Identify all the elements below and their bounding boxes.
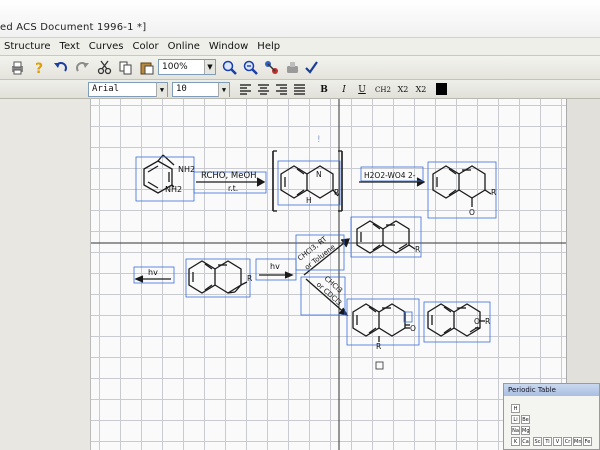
undo-icon[interactable] <box>53 60 68 75</box>
chevron-down-icon: ▼ <box>204 60 215 74</box>
font-select[interactable]: Arial ▼ <box>88 82 168 97</box>
chevron-down-icon: ▼ <box>156 83 167 97</box>
title-bar: ed ACS Document 1996-1 *] <box>0 0 600 38</box>
menu-help[interactable]: Help <box>257 41 280 52</box>
o-minus-label: O <box>469 208 475 217</box>
zoom-select[interactable]: 100% ▼ <box>158 59 216 75</box>
zoom-out-icon[interactable] <box>243 60 258 75</box>
reaction-scheme: ! NH2 NH2 RCHO, MeOH r.t. H N R H2O2-WO4… <box>91 99 567 450</box>
align-center-icon[interactable] <box>256 82 271 97</box>
color-swatch[interactable] <box>436 83 447 95</box>
hv-mid-label: hv <box>270 262 280 271</box>
menu-bar: Structure Text Curves Color Online Windo… <box>0 38 600 56</box>
cut-icon[interactable] <box>97 60 112 75</box>
help-icon[interactable]: ? <box>32 60 47 75</box>
n-label: N <box>316 170 322 179</box>
structure-icon[interactable] <box>264 60 279 75</box>
o-ketone-label: O <box>410 324 416 333</box>
element-h[interactable]: H <box>511 404 520 413</box>
element-cr[interactable]: Cr <box>563 437 572 446</box>
element-na[interactable]: Na <box>511 426 520 435</box>
size-select[interactable]: 10 ▼ <box>172 82 230 97</box>
menu-curves[interactable]: Curves <box>89 41 124 52</box>
underline-button[interactable]: U <box>356 83 368 97</box>
element-k[interactable]: K <box>511 437 520 446</box>
zoom-value: 100% <box>162 62 188 72</box>
menu-window[interactable]: Window <box>209 41 248 52</box>
r-label-2: R <box>491 188 496 197</box>
molecule-quinazoline-n-oxide[interactable] <box>427 161 497 219</box>
arrow-diagonal-down[interactable] <box>300 276 349 317</box>
nh2-top-label: NH2 <box>178 165 195 174</box>
paste-icon[interactable] <box>139 60 154 75</box>
format-toolbar: Arial ▼ 10 ▼ B I U CH2 X2 X2 <box>0 80 600 99</box>
small-square[interactable] <box>375 361 384 370</box>
periodic-table-title: Periodic Table <box>504 384 599 396</box>
element-sc[interactable]: Sc <box>533 437 542 446</box>
left-margin <box>0 99 90 450</box>
svg-text:!: ! <box>317 135 321 145</box>
bold-button[interactable]: B <box>318 83 330 97</box>
window-title: ed ACS Document 1996-1 *] <box>0 22 147 33</box>
r-label-3: R <box>247 274 252 283</box>
reagent-1-label: RCHO, MeOH <box>201 171 257 181</box>
checkmark-icon[interactable] <box>304 60 319 75</box>
r-label-4: R <box>415 245 420 254</box>
align-right-icon[interactable] <box>274 82 289 97</box>
menu-color[interactable]: Color <box>132 41 158 52</box>
periodic-table-window[interactable]: Periodic Table H Li Be Na Mg K Ca Sc Ti … <box>503 383 600 450</box>
ch2-button[interactable]: CH2 <box>373 83 393 97</box>
menu-online[interactable]: Online <box>168 41 200 52</box>
molecule-oxaziridine[interactable] <box>185 258 251 298</box>
hv-left-label: hv <box>148 268 158 277</box>
element-fe[interactable]: Fe <box>583 437 592 446</box>
element-mg[interactable]: Mg <box>521 426 530 435</box>
condition-1-label: r.t. <box>228 184 238 193</box>
main-toolbar: ? 100% ▼ <box>0 56 600 80</box>
o-ether-label: O <box>474 317 480 326</box>
molecule-quinazoline[interactable] <box>350 216 422 258</box>
menu-text[interactable]: Text <box>60 41 80 52</box>
nh2-bottom-label: NH2 <box>165 185 182 194</box>
justify-icon[interactable] <box>292 82 307 97</box>
element-mn[interactable]: Mn <box>573 437 582 446</box>
stamp-icon[interactable] <box>285 60 300 75</box>
element-be[interactable]: Be <box>521 415 530 424</box>
print-icon[interactable] <box>10 60 25 75</box>
italic-button[interactable]: I <box>338 83 350 97</box>
r-label-6: R <box>485 317 490 326</box>
redo-icon[interactable] <box>75 60 90 75</box>
element-v[interactable]: V <box>553 437 562 446</box>
r-label-5: R <box>376 342 381 351</box>
copy-icon[interactable] <box>118 60 133 75</box>
drawing-canvas[interactable]: ! NH2 NH2 RCHO, MeOH r.t. H N R H2O2-WO4… <box>90 99 567 450</box>
svg-text:?: ? <box>35 61 43 75</box>
font-value: Arial <box>92 84 120 94</box>
molecule-aminobenzylamine[interactable] <box>135 154 195 202</box>
zoom-in-icon[interactable] <box>222 60 237 75</box>
element-ca[interactable]: Ca <box>521 437 530 446</box>
chevron-down-icon: ▼ <box>218 83 229 97</box>
element-ti[interactable]: Ti <box>543 437 552 446</box>
superscript-button[interactable]: X2 <box>414 83 428 97</box>
reagent-2-label: H2O2-WO4 2- <box>364 171 416 180</box>
size-value: 10 <box>176 84 187 94</box>
nh-label: H <box>306 196 312 205</box>
element-li[interactable]: Li <box>511 415 520 424</box>
subscript-button[interactable]: X2 <box>396 83 410 97</box>
molecule-alkoxyquinazoline[interactable] <box>423 301 491 343</box>
menu-structure[interactable]: Structure <box>4 41 51 52</box>
align-left-icon[interactable] <box>238 82 253 97</box>
r-label-1: R <box>334 188 339 197</box>
